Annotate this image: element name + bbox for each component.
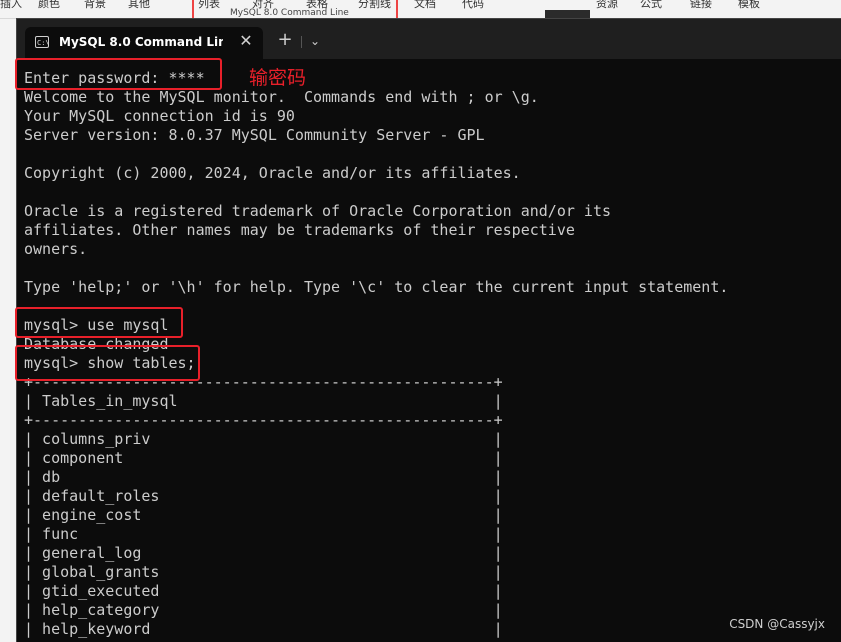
terminal-tab[interactable]: C:\ MySQL 8.0 Command Line Cli ✕	[25, 27, 263, 59]
terminal-line: Welcome to the MySQL monitor. Commands e…	[24, 88, 539, 106]
menu-item: 背景	[84, 0, 106, 10]
terminal-line: Enter password: ****	[24, 69, 205, 87]
menu-item: 文档	[414, 0, 436, 10]
terminal-line: +---------------------------------------…	[24, 373, 503, 391]
terminal-line: affiliates. Other names may be trademark…	[24, 221, 575, 239]
watermark: CSDN @Cassyjx	[729, 617, 825, 631]
terminal-line: | help_category |	[24, 601, 503, 619]
terminal-line: Copyright (c) 2000, 2024, Oracle and/or …	[24, 164, 521, 182]
menu-item: 表格	[306, 0, 328, 10]
terminal-line: mysql> show tables;	[24, 354, 196, 372]
red-marker	[396, 0, 398, 18]
terminal-line: | help_keyword |	[24, 620, 503, 638]
terminal-line: mysql> use mysql	[24, 316, 169, 334]
terminal-line: | global_grants |	[24, 563, 503, 581]
terminal-line: Your MySQL connection id is 90	[24, 107, 295, 125]
terminal-line: owners.	[24, 240, 88, 258]
chevron-down-icon[interactable]: ⌄	[307, 31, 323, 51]
terminal-line: | Tables_in_mysql |	[24, 392, 503, 410]
close-icon[interactable]: ✕	[237, 32, 255, 50]
terminal-line: | columns_priv |	[24, 430, 503, 448]
terminal-line: Database changed	[24, 335, 169, 353]
command-prompt-icon: C:\	[35, 36, 50, 48]
terminal-output[interactable]: Enter password: **** Welcome to the MySQL…	[24, 69, 834, 642]
new-tab-button[interactable]: +	[275, 31, 295, 51]
terminal-window: C:\ MySQL 8.0 Command Line Cli ✕ + ⌄ Ent…	[16, 18, 841, 642]
terminal-line: | engine_cost |	[24, 506, 503, 524]
menu-item: 插入	[0, 0, 22, 10]
menu-item: 链接	[690, 0, 712, 10]
terminal-line: Server version: 8.0.37 MySQL Community S…	[24, 126, 485, 144]
menu-item: 资源	[596, 0, 618, 10]
tab-title: MySQL 8.0 Command Line Cli	[59, 35, 223, 49]
terminal-line: Oracle is a registered trademark of Orac…	[24, 202, 611, 220]
divider	[301, 36, 302, 48]
menu-item: 公式	[640, 0, 662, 10]
terminal-line: | db |	[24, 468, 503, 486]
terminal-line: | func |	[24, 525, 503, 543]
menu-item: 列表	[198, 0, 220, 10]
annotation-label: 输密码	[249, 67, 307, 89]
menu-item: 颜色	[38, 0, 60, 10]
terminal-line: | component |	[24, 449, 503, 467]
title-bar: C:\ MySQL 8.0 Command Line Cli ✕ + ⌄	[17, 19, 841, 59]
menu-item: 代码	[462, 0, 484, 10]
terminal-line: | general_log |	[24, 544, 503, 562]
menu-item: 分割线	[358, 0, 391, 10]
terminal-line: Type 'help;' or '\h' for help. Type '\c'…	[24, 278, 729, 296]
red-marker	[192, 0, 194, 18]
menu-item: 其他	[128, 0, 150, 10]
menu-item: 模板	[738, 0, 760, 10]
terminal-line: +---------------------------------------…	[24, 411, 503, 429]
background-app-menu-strip: 插入 颜色 背景 其他 列表 对齐 MySQL 8.0 Command Line…	[0, 0, 841, 19]
terminal-line: | default_roles |	[24, 487, 503, 505]
terminal-line: | gtid_executed |	[24, 582, 503, 600]
